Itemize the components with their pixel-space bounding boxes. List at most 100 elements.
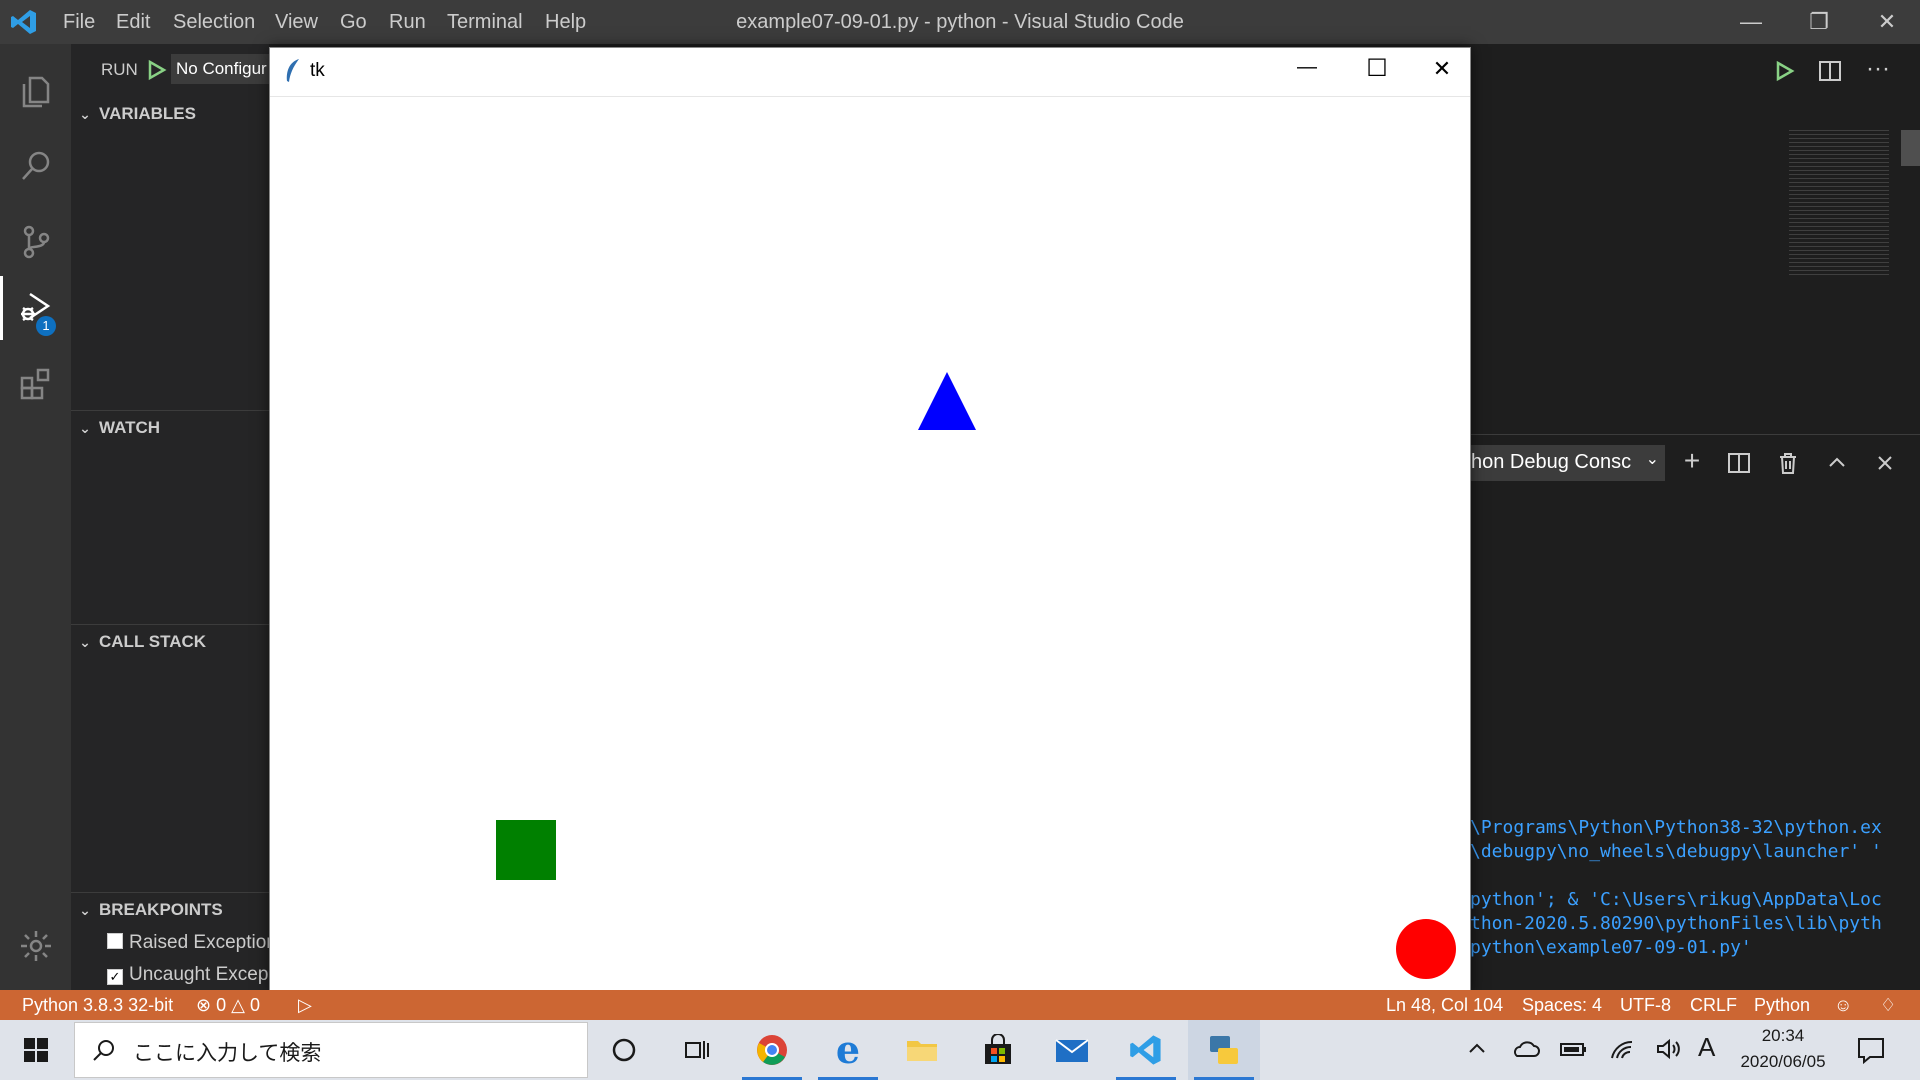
error-count: 0: [216, 995, 227, 1015]
menu-help[interactable]: Help: [545, 0, 586, 44]
feather-icon: [284, 58, 302, 84]
menu-run[interactable]: Run: [389, 0, 426, 44]
clock-time: 20:34: [1761, 1026, 1805, 1045]
breakpoint-uncaught-exception[interactable]: ✓ Uncaught Excep: [107, 964, 269, 992]
search-placeholder: ここに入力して検索: [133, 1042, 322, 1065]
indentation[interactable]: Spaces: 4: [1522, 990, 1602, 1020]
chevron-down-icon: ⌄: [1645, 451, 1659, 468]
minimize-button[interactable]: —: [1716, 0, 1786, 44]
chevron-up-icon[interactable]: [1464, 1036, 1490, 1062]
chevron-down-icon: ⌄: [79, 420, 91, 436]
search-icon[interactable]: [0, 134, 71, 198]
store-icon[interactable]: [962, 1020, 1034, 1080]
tk-canvas[interactable]: [270, 97, 1470, 994]
explorer-icon[interactable]: [0, 58, 71, 122]
cursor-position[interactable]: Ln 48, Col 104: [1386, 990, 1503, 1020]
breakpoint-label: Uncaught Excep: [129, 964, 269, 985]
vscode-taskbar-icon[interactable]: [1110, 1020, 1182, 1080]
checkbox-unchecked[interactable]: [107, 933, 123, 949]
source-control-icon[interactable]: [0, 210, 71, 274]
run-file-icon[interactable]: [1769, 56, 1799, 86]
chrome-icon[interactable]: [736, 1020, 808, 1080]
close-button[interactable]: ✕: [1852, 0, 1920, 44]
console-select-value: hon Debug Consc: [1471, 451, 1632, 473]
breakpoint-label: Raised Exception: [129, 932, 269, 953]
debug-badge: 1: [36, 316, 56, 336]
play-icon[interactable]: ▷: [298, 990, 312, 1020]
tk-window[interactable]: tk — ☐ ✕: [269, 47, 1471, 995]
debug-config-select[interactable]: No Configur: [171, 54, 269, 84]
error-icon: ⊗: [196, 995, 212, 1015]
wifi-icon[interactable]: [1608, 1036, 1638, 1062]
search-icon: [93, 1040, 114, 1061]
language-mode[interactable]: Python: [1754, 990, 1810, 1020]
tk-minimize-button[interactable]: —: [1282, 56, 1332, 79]
tk-title: tk: [310, 60, 325, 81]
mail-icon[interactable]: [1036, 1020, 1108, 1080]
warning-icon: △: [231, 995, 245, 1015]
python-interpreter[interactable]: Python 3.8.3 32-bit: [22, 990, 173, 1020]
minimap[interactable]: [1789, 130, 1889, 278]
chevron-down-icon: ⌄: [79, 634, 91, 650]
edge-icon[interactable]: e: [812, 1020, 884, 1080]
add-icon[interactable]: +: [1677, 447, 1707, 477]
run-debug-icon[interactable]: [0, 276, 71, 340]
watch-section-header[interactable]: ⌄ WATCH: [71, 410, 269, 446]
python-taskbar-button[interactable]: [1188, 1020, 1260, 1080]
menu-go[interactable]: Go: [340, 0, 367, 44]
menu-view[interactable]: View: [275, 0, 318, 44]
activity-bar: 1: [0, 44, 71, 990]
battery-icon[interactable]: [1558, 1036, 1588, 1062]
red-circle: [1396, 919, 1456, 979]
task-view-icon[interactable]: [660, 1020, 732, 1080]
start-debugging-icon[interactable]: [144, 57, 168, 83]
feedback-icon[interactable]: ☺: [1834, 990, 1852, 1020]
editor-scrollbar-thumb[interactable]: [1901, 130, 1920, 166]
menu-edit[interactable]: Edit: [116, 0, 150, 44]
menu-selection[interactable]: Selection: [173, 0, 255, 44]
variables-section-header[interactable]: ⌄ VARIABLES: [71, 96, 269, 132]
clock[interactable]: 20:34 2020/06/05: [1728, 1024, 1838, 1076]
close-panel-icon[interactable]: [1871, 449, 1899, 477]
console-select[interactable]: hon Debug Consc ⌄: [1469, 445, 1665, 481]
variables-title: VARIABLES: [99, 104, 196, 123]
line-ending[interactable]: CRLF: [1690, 990, 1737, 1020]
trash-icon[interactable]: [1774, 449, 1802, 477]
console-line: python'; & 'C:\Users\rikug\AppData\Loc: [1470, 889, 1882, 910]
debug-config-value: No Configur: [176, 59, 267, 78]
status-bar: Python 3.8.3 32-bit ⊗ 0 △ 0 ▷ Ln 48, Col…: [0, 990, 1920, 1020]
encoding[interactable]: UTF-8: [1620, 990, 1671, 1020]
checkbox-checked[interactable]: ✓: [107, 969, 123, 985]
tk-close-button[interactable]: ✕: [1422, 56, 1462, 82]
breakpoints-section-header[interactable]: ⌄ BREAKPOINTS: [71, 892, 269, 928]
notification-icon[interactable]: [1856, 1036, 1886, 1065]
bell-icon[interactable]: ♢: [1880, 990, 1896, 1020]
canvas-shapes: [496, 372, 1456, 979]
tk-maximize-button[interactable]: ☐: [1352, 54, 1402, 83]
ime-indicator[interactable]: A: [1698, 1032, 1715, 1063]
chevron-down-icon: ⌄: [79, 902, 91, 918]
menu-file[interactable]: File: [63, 0, 95, 44]
console-line: \Programs\Python\Python38-32\python.ex: [1470, 817, 1882, 838]
problems-indicator[interactable]: ⊗ 0 △ 0: [196, 990, 260, 1020]
settings-gear-icon[interactable]: [0, 914, 71, 978]
volume-icon[interactable]: [1654, 1036, 1684, 1062]
python-icon: [1210, 1036, 1238, 1064]
title-bar: File Edit Selection View Go Run Terminal…: [0, 0, 1920, 44]
call-stack-section-header[interactable]: ⌄ CALL STACK: [71, 624, 269, 660]
more-actions-icon[interactable]: ···: [1863, 54, 1893, 84]
onedrive-icon[interactable]: [1510, 1036, 1540, 1062]
chevron-up-icon[interactable]: [1823, 449, 1851, 477]
file-explorer-icon[interactable]: [886, 1020, 958, 1080]
tk-title-bar[interactable]: tk — ☐ ✕: [270, 48, 1470, 97]
windows-start-icon[interactable]: [0, 1020, 72, 1080]
restore-button[interactable]: ❐: [1784, 0, 1854, 44]
split-terminal-icon[interactable]: [1725, 449, 1753, 477]
breakpoint-raised-exception[interactable]: Raised Exception: [107, 932, 269, 960]
cortana-icon[interactable]: [588, 1020, 660, 1080]
extensions-icon[interactable]: [0, 352, 71, 416]
menu-terminal[interactable]: Terminal: [447, 0, 523, 44]
taskbar-search-box[interactable]: ここに入力して検索: [74, 1022, 588, 1078]
split-editor-icon[interactable]: [1815, 56, 1845, 86]
window-title: example07-09-01.py - python - Visual Stu…: [736, 11, 1184, 33]
